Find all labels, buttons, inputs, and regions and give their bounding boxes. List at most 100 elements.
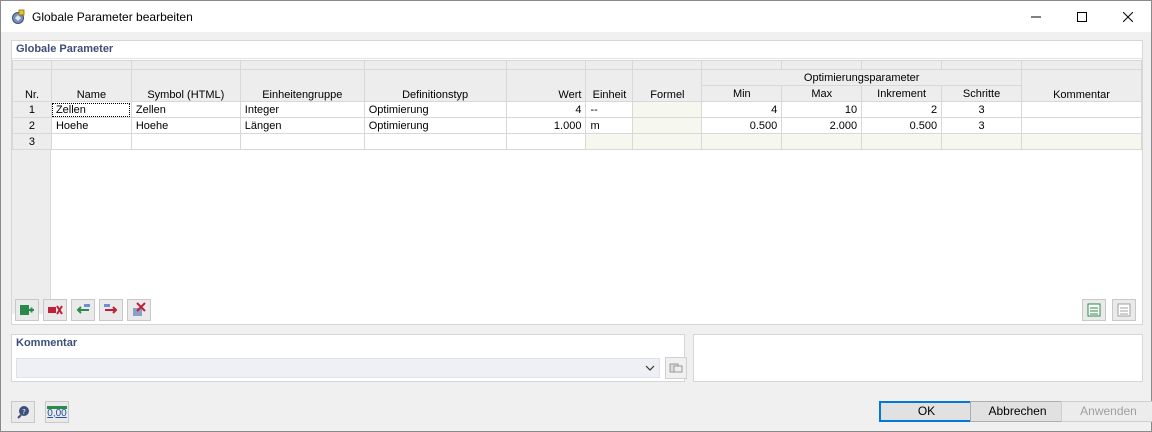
chevron-down-icon — [645, 365, 655, 371]
col-header-definition-type[interactable]: Definitionstyp — [363, 69, 507, 102]
close-icon — [1123, 11, 1133, 22]
close-button[interactable] — [1105, 1, 1151, 32]
cell-steps[interactable]: 3 — [941, 101, 1023, 118]
maximize-button[interactable] — [1059, 1, 1105, 32]
cell-comment[interactable] — [1021, 133, 1142, 150]
header-spacer — [239, 60, 365, 70]
cell-symbol[interactable] — [130, 133, 241, 150]
header-spacer — [1021, 60, 1142, 70]
title-bar: Globale Parameter bearbeiten — [1, 1, 1151, 32]
col-header-comment[interactable]: Kommentar — [1021, 69, 1142, 102]
cell-increment[interactable]: 0.500 — [861, 117, 943, 134]
cell-definition-type[interactable]: Optimierung — [363, 117, 507, 134]
move-left-button[interactable] — [71, 299, 95, 321]
delete-row-button[interactable] — [43, 299, 67, 321]
minimize-button[interactable] — [1013, 1, 1059, 32]
col-header-max[interactable]: Max — [781, 85, 863, 102]
insert-row-icon — [20, 305, 34, 315]
cell-min[interactable] — [701, 133, 783, 150]
header-spacer — [505, 60, 587, 70]
row-number: 3 — [12, 133, 52, 150]
insert-row-button[interactable] — [15, 299, 39, 321]
col-header-symbol[interactable]: Symbol (HTML) — [130, 69, 241, 102]
cell-comment[interactable] — [1021, 117, 1142, 134]
clear-table-button[interactable] — [127, 299, 151, 321]
cell-steps[interactable]: 3 — [941, 117, 1023, 134]
cell-definition-type[interactable]: Optimierung — [363, 101, 507, 118]
apply-button[interactable]: Anwenden — [1061, 401, 1152, 422]
cell-symbol[interactable]: Hoehe — [130, 117, 241, 134]
comment-select[interactable] — [16, 358, 660, 378]
cell-max[interactable]: 2.000 — [781, 117, 863, 134]
library-icon — [669, 363, 683, 373]
header-spacer — [632, 60, 703, 70]
cell-increment[interactable] — [861, 133, 943, 150]
table-row[interactable]: 1 Zellen Zellen Integer Optimierung 4 --… — [12, 101, 1142, 118]
cell-name[interactable]: Hoehe — [50, 117, 132, 134]
units-button[interactable]: 0,00 — [45, 401, 69, 423]
panel-title: Globale Parameter — [12, 41, 1142, 59]
cell-symbol[interactable]: Zellen — [130, 101, 241, 118]
header-spacer — [50, 60, 132, 70]
table-row[interactable]: 3 — [12, 133, 1142, 150]
col-header-formula[interactable]: Formel — [632, 69, 703, 102]
cell-unit-group[interactable]: Integer — [239, 101, 365, 118]
cell-unit[interactable]: -- — [585, 101, 634, 118]
header-spacer — [701, 60, 783, 70]
cell-max[interactable]: 10 — [781, 101, 863, 118]
header-spacer — [585, 60, 634, 70]
clear-table-icon — [133, 302, 146, 316]
right-info-panel — [693, 334, 1143, 382]
col-header-unit-group[interactable]: Einheitengruppe — [239, 69, 365, 102]
cell-unit[interactable] — [585, 133, 634, 150]
cell-min[interactable]: 0.500 — [701, 117, 783, 134]
table-row[interactable]: 2 Hoehe Hoehe Längen Optimierung 1.000 m… — [12, 117, 1142, 134]
global-parameters-panel: Globale Parameter Nr. Name Symbol (HTML)… — [11, 40, 1143, 325]
cancel-button[interactable]: Abbrechen — [970, 401, 1065, 422]
cell-definition-type[interactable] — [363, 133, 507, 150]
cell-formula[interactable] — [632, 101, 703, 118]
arrow-left-icon — [76, 304, 90, 314]
comment-panel: Kommentar — [11, 334, 687, 382]
col-header-value[interactable]: Wert — [505, 69, 587, 102]
cell-unit-group[interactable]: Längen — [239, 117, 365, 134]
col-header-name[interactable]: Name — [50, 69, 132, 102]
cell-value[interactable]: 4 — [505, 101, 587, 118]
help-icon: ? — [17, 406, 29, 419]
group-header-optimization: Optimierungsparameter — [701, 69, 1023, 86]
move-right-button[interactable] — [99, 299, 123, 321]
table-toolbar — [15, 299, 151, 323]
col-header-steps[interactable]: Schritte — [941, 85, 1023, 102]
ok-button[interactable]: OK — [879, 401, 974, 422]
cell-unit-group[interactable] — [239, 133, 365, 150]
arrow-right-icon — [104, 304, 118, 314]
cell-formula[interactable] — [632, 117, 703, 134]
row-header-strip — [12, 149, 51, 314]
col-header-min[interactable]: Min — [701, 85, 783, 102]
app-icon — [12, 9, 25, 24]
cell-steps[interactable] — [941, 133, 1023, 150]
comment-library-button[interactable] — [665, 357, 687, 379]
col-header-unit[interactable]: Einheit — [585, 69, 634, 102]
cell-name[interactable]: Zellen — [50, 101, 132, 118]
cell-value[interactable] — [505, 133, 587, 150]
row-number: 2 — [12, 117, 52, 134]
cell-max[interactable] — [781, 133, 863, 150]
cell-name[interactable] — [50, 133, 132, 150]
col-header-nr[interactable]: Nr. — [12, 69, 52, 102]
cell-min[interactable]: 4 — [701, 101, 783, 118]
cell-value[interactable]: 1.000 — [505, 117, 587, 134]
cell-formula[interactable] — [632, 133, 703, 150]
help-button[interactable]: ? — [11, 401, 35, 423]
cell-increment[interactable]: 2 — [861, 101, 943, 118]
import-button[interactable] — [1112, 299, 1136, 321]
col-header-increment[interactable]: Inkrement — [861, 85, 943, 102]
header-spacer — [363, 60, 507, 70]
header-spacer — [130, 60, 241, 70]
cell-comment[interactable] — [1021, 101, 1142, 118]
window-title: Globale Parameter bearbeiten — [32, 9, 193, 24]
export-button[interactable] — [1082, 299, 1106, 321]
minimize-icon — [1031, 16, 1041, 17]
header-spacer — [781, 60, 863, 70]
cell-unit[interactable]: m — [585, 117, 634, 134]
